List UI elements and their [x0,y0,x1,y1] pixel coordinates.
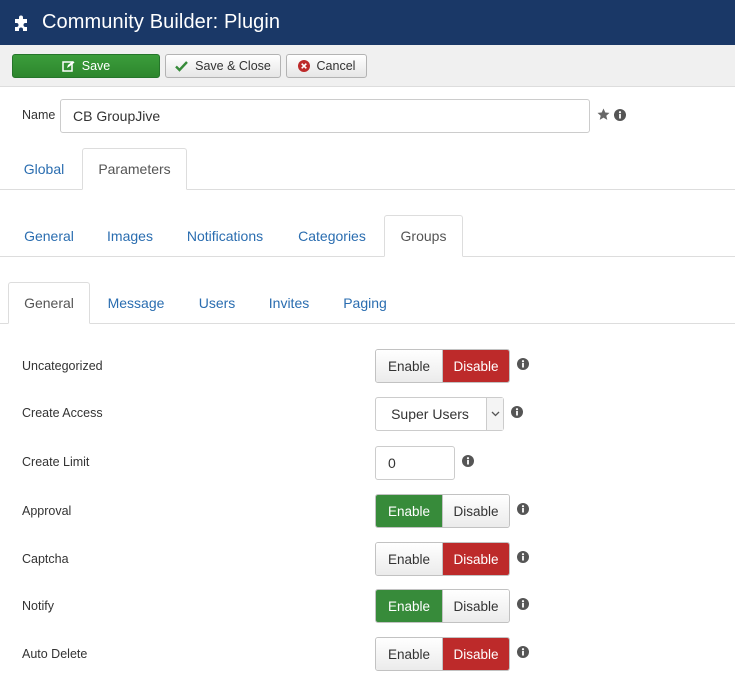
page-title: Community Builder: Plugin [42,11,281,33]
cancel-label: Cancel [316,59,356,73]
tabs-level1: Global Parameters [0,148,735,190]
tab-general[interactable]: General [8,215,90,256]
disable-option[interactable]: Disable [442,638,509,670]
name-input[interactable] [60,99,590,133]
save-close-button[interactable]: Save & Close [165,54,281,78]
tab-categories[interactable]: Categories [282,215,382,256]
uncategorized-label: Uncategorized [22,359,103,373]
captcha-label: Captcha [22,552,69,566]
create-access-label: Create Access [22,406,103,420]
toolbar: Save Save & Close Cancel [0,45,735,87]
enable-option[interactable]: Enable [376,495,442,527]
info-icon [517,551,529,563]
disable-option[interactable]: Disable [442,590,509,622]
approval-label: Approval [22,504,72,518]
tab-message[interactable]: Message [92,282,180,323]
tab-global[interactable]: Global [8,148,80,189]
enable-option[interactable]: Enable [376,590,442,622]
info-icon [517,598,529,610]
captcha-toggle: Enable Disable [375,542,510,576]
info-icon [614,109,626,121]
tab-groups[interactable]: Groups [384,215,463,257]
tabs-level3: General Message Users Invites Paging [0,282,735,324]
enable-option[interactable]: Enable [376,638,442,670]
cancel-icon [297,60,310,72]
create-access-select[interactable]: Super Users [375,397,504,431]
create-limit-input[interactable] [375,446,455,480]
tab-paging[interactable]: Paging [326,282,404,323]
tab-groups-general[interactable]: General [8,282,90,324]
info-icon [462,455,474,467]
cancel-button[interactable]: Cancel [286,54,367,78]
notify-label: Notify [22,599,54,613]
tab-invites[interactable]: Invites [254,282,324,323]
disable-option[interactable]: Disable [442,350,509,382]
enable-option[interactable]: Enable [376,350,442,382]
create-limit-label: Create Limit [22,455,90,469]
create-access-value: Super Users [391,406,469,422]
info-icon [517,646,529,658]
auto-delete-label: Auto Delete [22,647,88,661]
notify-toggle: Enable Disable [375,589,510,623]
info-icon [517,358,529,370]
auto-delete-toggle: Enable Disable [375,637,510,671]
save-button[interactable]: Save [12,54,160,78]
disable-option[interactable]: Disable [442,543,509,575]
tab-parameters[interactable]: Parameters [82,148,187,190]
tab-users[interactable]: Users [182,282,252,323]
tab-notifications[interactable]: Notifications [170,215,280,256]
enable-option[interactable]: Enable [376,543,442,575]
save-close-label: Save & Close [195,59,271,73]
disable-option[interactable]: Disable [442,495,509,527]
chevron-down-icon [486,398,503,430]
tab-images[interactable]: Images [92,215,168,256]
approval-toggle: Enable Disable [375,494,510,528]
check-icon [175,61,189,72]
uncategorized-toggle: Enable Disable [375,349,510,383]
title-bar: Community Builder: Plugin [0,0,735,45]
tabs-level2: General Images Notifications Categories … [0,215,735,257]
info-icon [511,406,523,418]
edit-icon [62,60,75,72]
info-icon [517,503,529,515]
name-label: Name [22,108,56,122]
save-label: Save [81,59,111,73]
star-icon [597,108,610,120]
puzzle-icon [15,15,27,31]
